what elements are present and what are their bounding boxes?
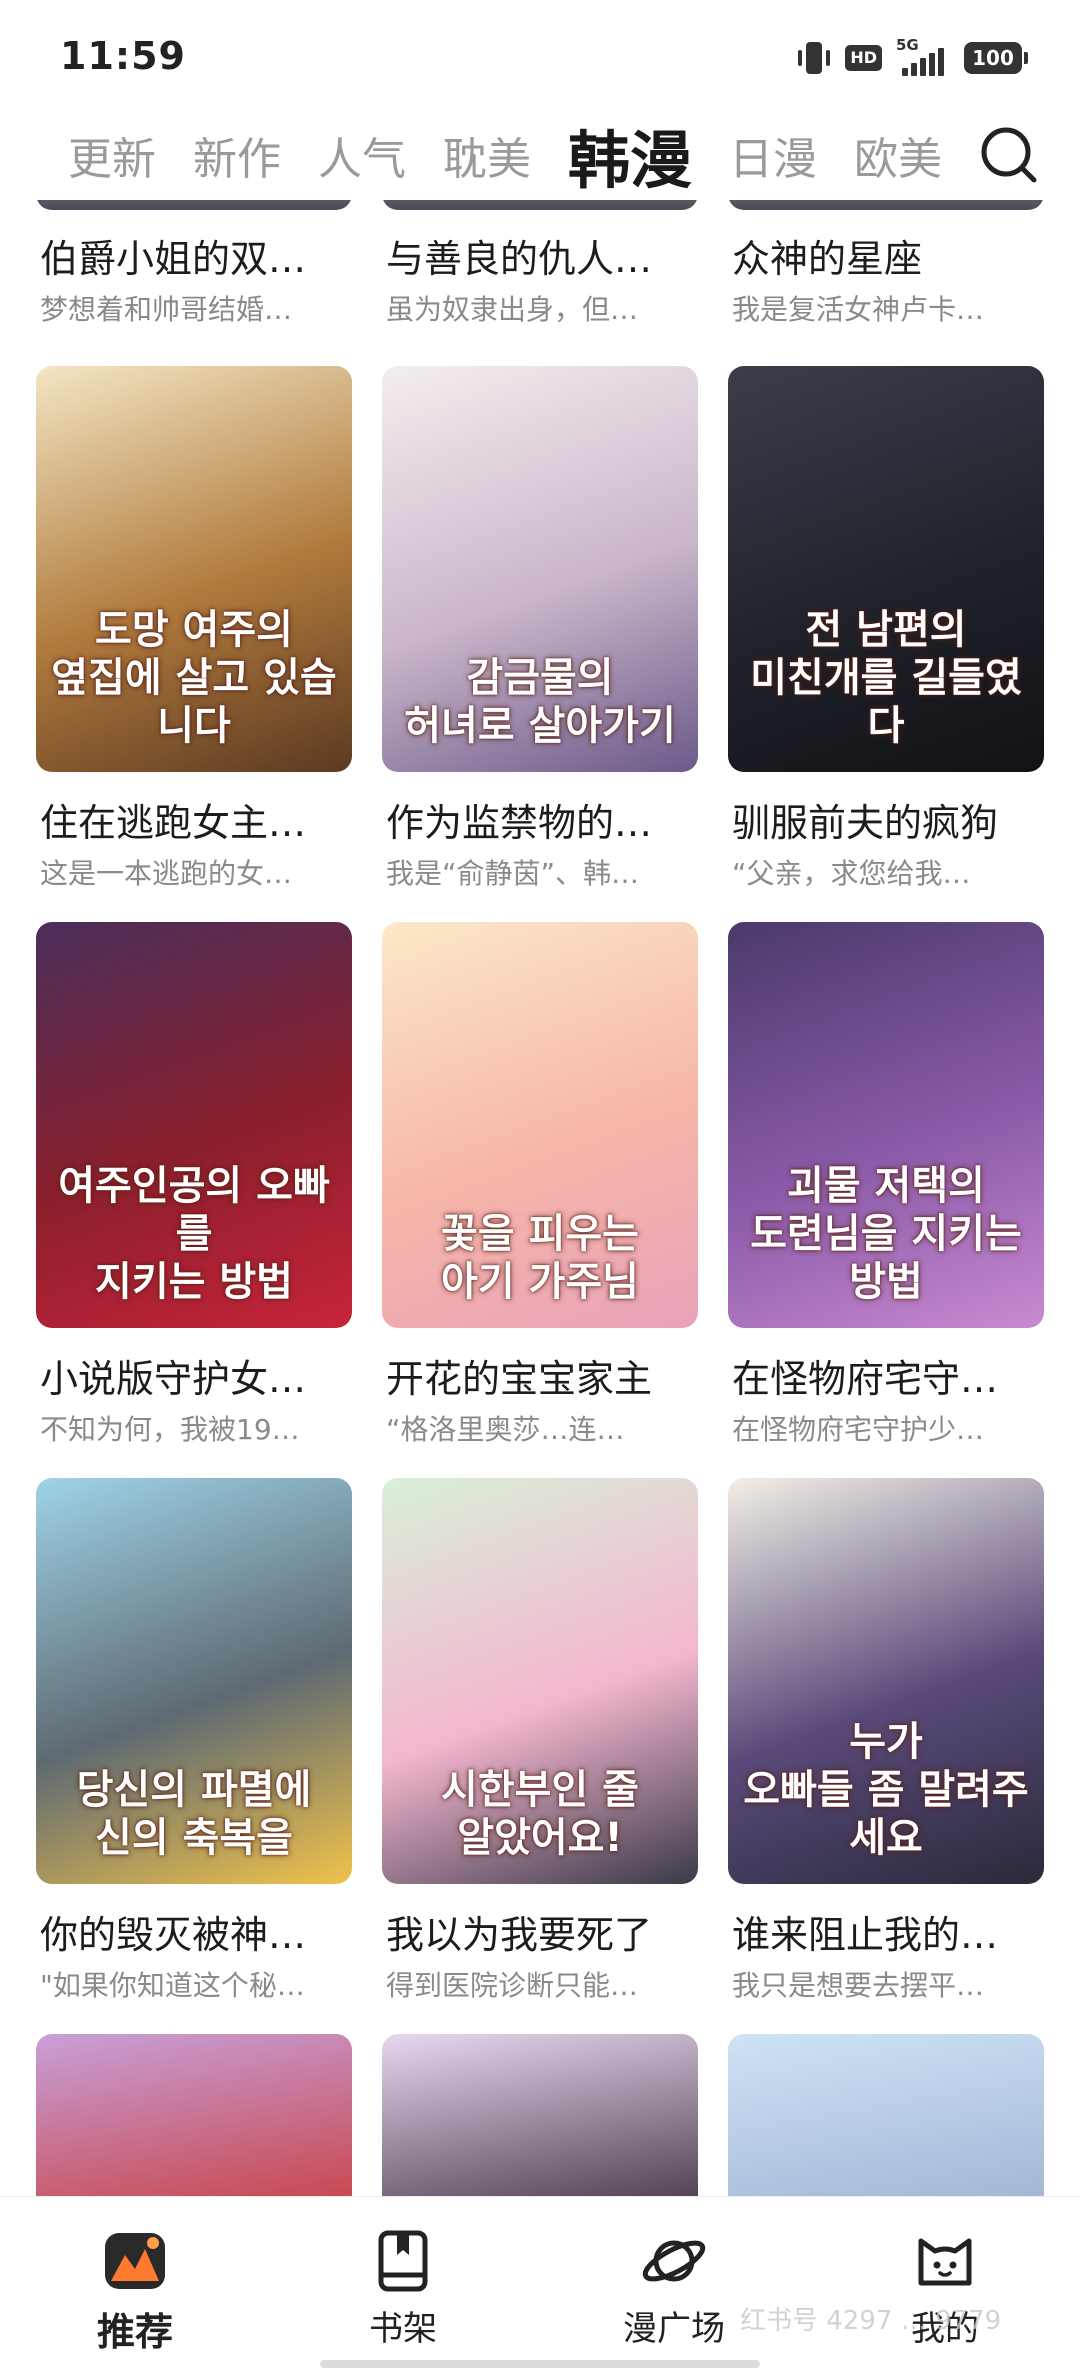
comic-cover[interactable]: 당신의 파멸에 신의 축복을 (36, 1478, 352, 1884)
comic-description: 我是“俞静茵”、韩… (386, 857, 640, 890)
comic-cover-partial[interactable] (36, 200, 352, 210)
nav-plaza-label: 漫广场 (623, 2309, 725, 2349)
category-tabs: 更新 新作 人气 耽美 韩漫 日漫 欧美 (68, 110, 979, 200)
comic-description: “格洛里奥莎…连… (386, 1413, 625, 1446)
tab-danmei[interactable]: 耽美 (443, 123, 531, 187)
comic-description: 得到医院诊断只能… (386, 1969, 639, 2002)
battery-icon: 100 (964, 42, 1028, 74)
comic-title[interactable]: 作为监禁物的… (386, 792, 706, 847)
comic-description: 我只是想要去摆平… (732, 1969, 985, 2002)
cover-title-art: 시한부인 줄 알았어요! (441, 1767, 639, 1861)
comic-title[interactable]: 在怪物府宅守… (732, 1348, 1052, 1403)
comic-title[interactable]: 驯服前夫的疯狗 (732, 792, 1052, 847)
status-bar: 11:59 HD 5G 100 (0, 0, 1080, 110)
nav-plaza[interactable]: 漫广场 (594, 2225, 754, 2350)
nav-recommend[interactable]: 推荐 (55, 2225, 215, 2356)
comic-description: 虽为奴隶出身，但… (386, 293, 639, 326)
comic-description: 我是复活女神卢卡… (732, 293, 985, 326)
comic-description: 在怪物府宅守护少… (732, 1413, 985, 1446)
comic-cover-partial-left[interactable] (36, 2034, 352, 2196)
hd-icon: HD (845, 45, 882, 71)
comic-cover-partial[interactable] (728, 200, 1044, 210)
nav-bookshelf-label: 书架 (369, 2309, 437, 2349)
comic-cover[interactable]: 괴물 저택의 도련님을 지키는 방법 (728, 922, 1044, 1328)
comic-description: 这是一本逃跑的女… (40, 857, 293, 890)
tab-korean[interactable]: 韩漫 (568, 110, 692, 200)
category-tab-bar: 更新 新作 人气 耽美 韩漫 日漫 欧美 (0, 110, 1080, 200)
watermark-text: 红书号 4297 … 9779 (740, 2306, 1002, 2336)
comic-title[interactable]: 我以为我要死了 (386, 1904, 706, 1959)
cover-title-art: 감금물의 허녀로 살아가기 (404, 655, 676, 749)
comic-description: 不知为何，我被19… (40, 1413, 300, 1446)
nav-recommend-label: 推荐 (96, 2310, 173, 2354)
app-screen: 11:59 HD 5G 100 更新 新作 人气 耽美 韩漫 日漫 欧美 伯爵小 (0, 0, 1080, 2376)
cover-title-art: 도망 여주의 옆집에 살고 있습니다 (51, 607, 337, 749)
comic-title[interactable]: 小说版守护女… (40, 1348, 360, 1403)
home-indicator[interactable] (320, 2360, 760, 2368)
cover-title-art: 괴물 저택의 도련님을 지키는 방법 (750, 1163, 1022, 1305)
comic-grid: 伯爵小姐的双… 梦想着和帅哥结婚… 与善良的仇人… 虽为奴隶出身，但… 众神的星座我是复… (0, 200, 1080, 2196)
tab-popular[interactable]: 人气 (318, 123, 406, 187)
tab-new[interactable]: 新作 (193, 123, 281, 187)
comic-title[interactable]: 谁来阻止我的… (732, 1904, 1052, 1959)
comic-cover-partial-middle[interactable] (382, 2034, 698, 2196)
nav-bookshelf[interactable]: 书架 (323, 2225, 483, 2350)
comic-cover[interactable]: 누가 오빠들 좀 말려주세요 (728, 1478, 1044, 1884)
comic-title[interactable]: 住在逃跑女主… (40, 792, 360, 847)
cat-profile-icon (918, 2238, 972, 2286)
comic-cover[interactable]: 전 남편의 미친개를 길들였다 (728, 366, 1044, 772)
comic-title[interactable]: 众神的星座 (732, 228, 1052, 283)
comic-description: "如果你知道这个秘… (40, 1969, 305, 2002)
status-time: 11:59 (60, 34, 186, 78)
search-icon[interactable] (974, 120, 1044, 190)
cover-title-art: 전 남편의 미친개를 길들였다 (750, 607, 1022, 749)
vibrate-icon (797, 38, 831, 78)
status-icons: HD 5G 100 (797, 36, 1028, 78)
cover-title-art: 꽃을 피우는 아기 가주님 (441, 1211, 639, 1305)
bookshelf-icon (378, 2230, 428, 2292)
comic-description: 梦想着和帅哥结婚… (40, 293, 293, 326)
comic-cover-partial-right[interactable] (728, 2034, 1044, 2196)
cover-title-art: 누가 오빠들 좀 말려주세요 (743, 1719, 1029, 1861)
tab-japanese[interactable]: 日漫 (729, 123, 817, 187)
comic-cover[interactable]: 시한부인 줄 알았어요! (382, 1478, 698, 1884)
comic-title[interactable]: 伯爵小姐的双… (40, 228, 360, 283)
comic-cover[interactable]: 여주인공의 오빠를 지키는 방법 (36, 922, 352, 1328)
recommend-icon (105, 2233, 165, 2289)
comic-cover[interactable]: 꽃을 피우는 아기 가주님 (382, 922, 698, 1328)
cover-title-art: 당신의 파멸에 신의 축복을 (76, 1767, 312, 1861)
comic-title[interactable]: 与善良的仇人… (386, 228, 706, 283)
planet-icon (642, 2240, 706, 2282)
comic-cover-partial[interactable] (382, 200, 698, 210)
comic-title[interactable]: 开花的宝宝家主 (386, 1348, 706, 1403)
cover-title-art: 여주인공의 오빠를 지키는 방법 (58, 1163, 330, 1305)
tab-updates[interactable]: 更新 (68, 123, 156, 187)
comic-cover[interactable]: 감금물의 허녀로 살아가기 (382, 366, 698, 772)
comic-cover[interactable]: 도망 여주의 옆집에 살고 있습니다 (36, 366, 352, 772)
comic-description: “父亲，求您给我… (732, 857, 971, 890)
tab-western[interactable]: 欧美 (854, 123, 942, 187)
signal-icon: 5G (896, 36, 950, 76)
bottom-navigation: 推荐 书架 漫广场 我的 (0, 2196, 1080, 2376)
comic-title[interactable]: 你的毁灭被神… (40, 1904, 360, 1959)
